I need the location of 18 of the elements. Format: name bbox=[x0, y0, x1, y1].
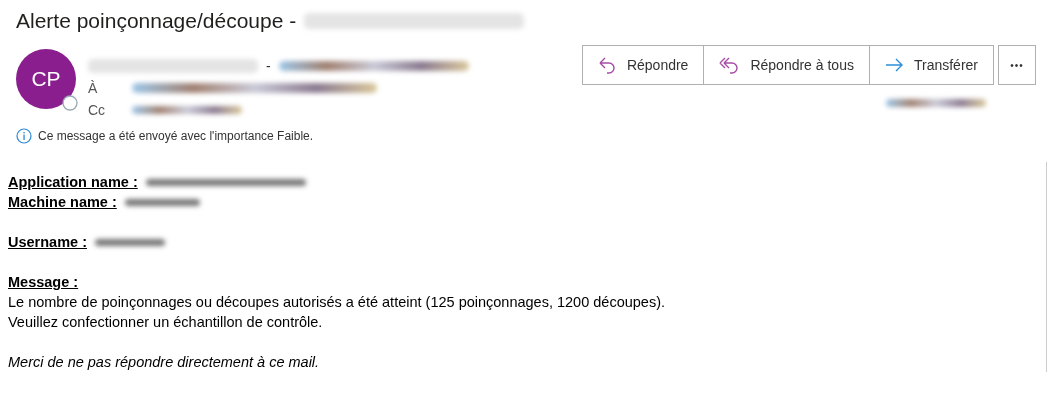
footer-note: Merci de ne pas répondre directement à ce mail. bbox=[8, 353, 321, 372]
avatar: CP bbox=[16, 49, 76, 109]
importance-notice: Ce message a été envoyé avec l'importance Faible. bbox=[38, 129, 314, 143]
message-text: Le nombre de poinçonnages ou découpes autorisés a été atteint (125 poinçonnages, 1200 découpes). bbox=[8, 293, 666, 312]
to-label: À bbox=[88, 79, 99, 96]
message-text: Veuillez confectionner un échantillon de contrôle. bbox=[8, 313, 324, 332]
field-label: Application name : bbox=[8, 173, 138, 192]
reply-all-icon bbox=[718, 55, 741, 75]
presence-icon bbox=[62, 95, 78, 111]
info-icon bbox=[16, 128, 32, 144]
field-label: Username : bbox=[8, 233, 87, 252]
field-label: Machine name : bbox=[8, 193, 117, 212]
sender-separator: - bbox=[266, 57, 271, 74]
more-button[interactable]: ••• bbox=[998, 45, 1036, 85]
message-label: Message : bbox=[8, 273, 79, 292]
email-subject: Alerte poinçonnage/découpe - bbox=[16, 9, 297, 33]
cc-label: Cc bbox=[88, 101, 107, 118]
redacted-text bbox=[95, 238, 165, 246]
